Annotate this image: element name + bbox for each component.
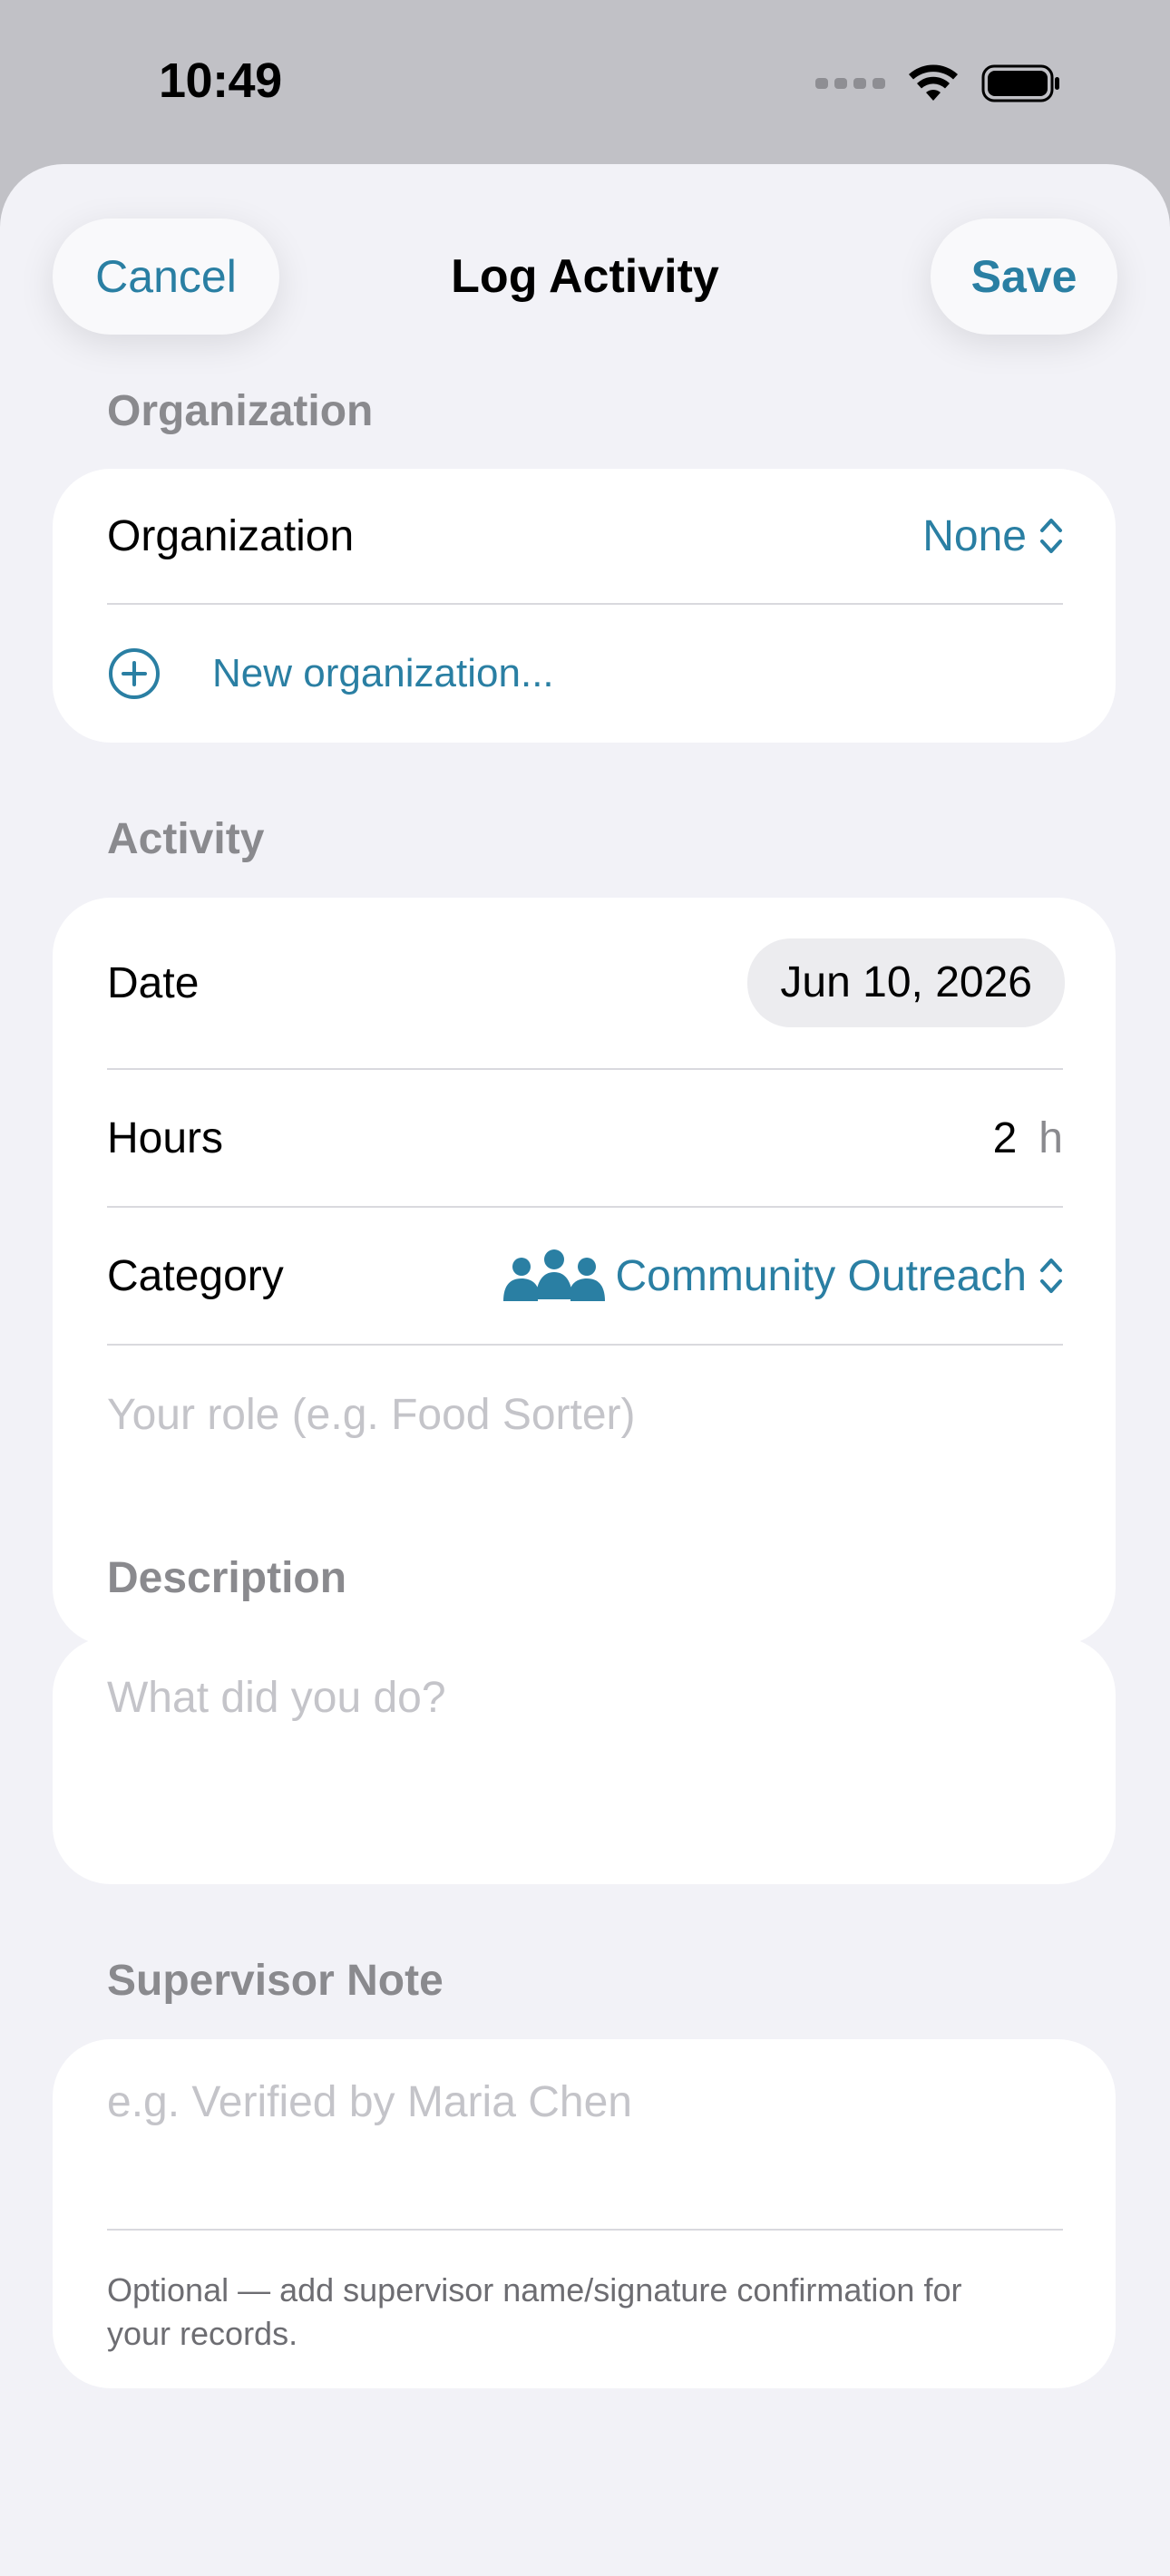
supervisor-note-footer: Optional — add supervisor name/signature… bbox=[107, 2271, 962, 2352]
supervisor-note-field[interactable]: e.g. Verified by Maria Chen bbox=[53, 2039, 1116, 2230]
cellular-signal-icon bbox=[815, 78, 885, 89]
section-header-organization: Organization bbox=[107, 387, 374, 435]
category-picker[interactable]: Community Outreach bbox=[500, 1249, 1064, 1303]
plus-circle-icon bbox=[109, 648, 160, 699]
supervisor-note-placeholder: e.g. Verified by Maria Chen bbox=[107, 2078, 632, 2126]
status-time: 10:49 bbox=[159, 53, 282, 108]
chevron-up-down-icon bbox=[1040, 519, 1062, 553]
organization-value: None bbox=[922, 511, 1027, 560]
people-icon bbox=[502, 1249, 605, 1301]
activity-card: Date Jun 10, 2026 Hours 2 h Category Com… bbox=[53, 898, 1116, 1646]
section-header-supervisor-note: Supervisor Note bbox=[107, 1957, 444, 2005]
description-field[interactable]: What did you do? bbox=[53, 1637, 1116, 1884]
organization-label: Organization bbox=[107, 511, 355, 560]
hours-unit: h bbox=[1038, 1113, 1063, 1162]
divider bbox=[107, 2229, 1063, 2231]
save-button[interactable]: Save bbox=[931, 219, 1117, 335]
organization-picker[interactable]: None bbox=[922, 511, 1063, 561]
role-placeholder: Your role (e.g. Food Sorter) bbox=[107, 1390, 636, 1439]
category-value: Community Outreach bbox=[615, 1251, 1028, 1300]
hours-row: Hours 2 h bbox=[107, 1070, 1063, 1206]
hours-value[interactable]: 2 bbox=[993, 1113, 1018, 1163]
wifi-icon bbox=[909, 64, 958, 101]
date-label: Date bbox=[107, 958, 200, 1007]
supervisor-note-card: e.g. Verified by Maria Chen Optional — a… bbox=[53, 2039, 1116, 2388]
organization-row[interactable]: Organization None bbox=[107, 469, 1063, 603]
new-organization-button[interactable]: New organization... bbox=[107, 605, 1063, 743]
status-icons bbox=[815, 63, 1061, 103]
cancel-button[interactable]: Cancel bbox=[53, 219, 279, 335]
organization-card: Organization None New organization... bbox=[53, 469, 1116, 743]
hours-field[interactable]: 2 h bbox=[993, 1113, 1063, 1163]
chevron-up-down-icon bbox=[1040, 1259, 1062, 1293]
new-organization-label: New organization... bbox=[212, 651, 554, 695]
date-picker-button[interactable]: Jun 10, 2026 bbox=[747, 938, 1065, 1027]
date-row: Date Jun 10, 2026 bbox=[107, 898, 1065, 1068]
description-placeholder: What did you do? bbox=[107, 1674, 446, 1722]
section-header-description: Description bbox=[107, 1554, 347, 1602]
log-activity-sheet: Cancel Log Activity Save Organization Or… bbox=[0, 164, 1170, 2576]
section-header-activity: Activity bbox=[107, 815, 265, 863]
status-bar: 10:49 bbox=[0, 0, 1170, 163]
category-label: Category bbox=[107, 1251, 284, 1300]
category-row[interactable]: Category Community Outreach bbox=[107, 1208, 1063, 1344]
hours-label: Hours bbox=[107, 1113, 224, 1162]
role-field[interactable]: Your role (e.g. Food Sorter) bbox=[107, 1346, 1063, 1483]
battery-icon bbox=[981, 64, 1059, 102]
